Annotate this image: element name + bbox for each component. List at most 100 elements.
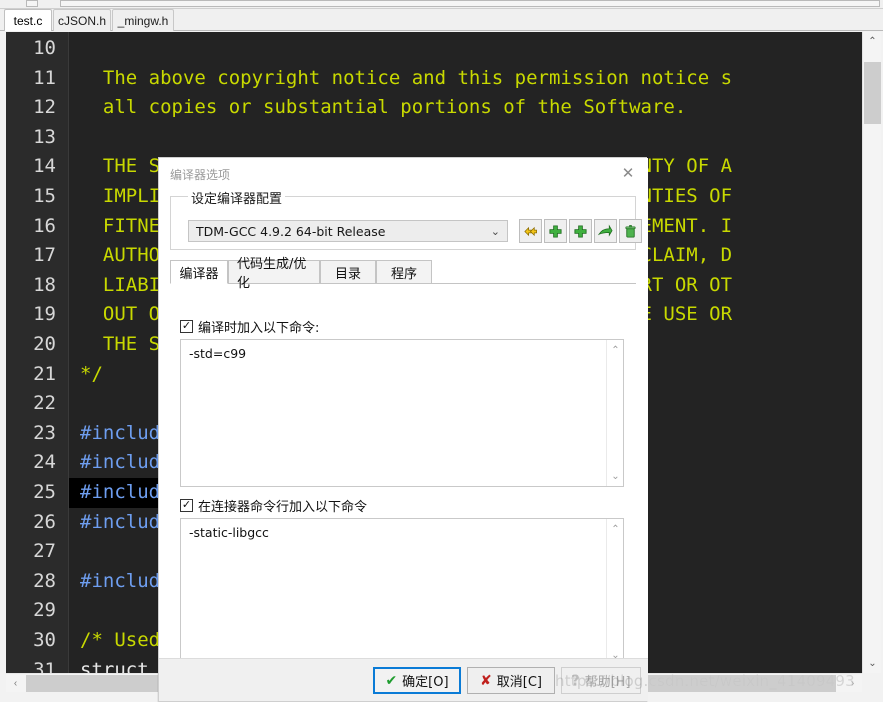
plus-icon [549,224,562,238]
editor-tab-test-c[interactable]: test.c [4,9,52,31]
scroll-up-icon[interactable]: ⌃ [607,521,624,537]
line-number: 21 [33,362,56,385]
line-number: 15 [33,185,56,207]
editor-vertical-scrollbar[interactable]: ⌃ ⌄ [862,32,881,673]
compiler-set-value: TDM-GCC 4.9.2 64-bit Release [196,223,386,239]
dialog-tabs: 编译器 代码生成/优化 目录 程序 [170,257,636,291]
rename-config-button[interactable] [519,219,542,243]
scroll-up-icon[interactable]: ⌃ [607,342,624,358]
code-text: */ [80,362,103,385]
linker-commands-textarea[interactable]: -static-libgcc ⌃ ⌄ [180,518,624,666]
help-button[interactable]: ? 帮助[H] [561,667,641,694]
code-line: 11 The above copyright notice and this p… [6,64,862,94]
scroll-up-icon[interactable]: ⌃ [863,32,882,51]
line-number: 30 [33,629,56,651]
line-number: 25 [33,481,56,503]
tab-label: 编译器 [179,266,219,282]
linker-commands-checkbox[interactable]: ✓ [180,499,193,512]
line-number: 29 [33,599,56,622]
compile-commands-scrollbar[interactable]: ⌃ ⌄ [606,340,623,486]
editor-tab-mingw-h[interactable]: _mingw.h [112,9,174,31]
line-number: 14 [33,155,56,178]
line-number: 18 [33,273,56,296]
chevron-down-icon: ⌄ [490,226,500,238]
add-config-button[interactable] [544,219,567,243]
line-number: 20 [33,333,56,355]
line-number: 27 [33,540,56,563]
export-config-button[interactable] [594,219,617,243]
line-number: 26 [33,510,56,533]
close-icon[interactable]: ✕ [616,162,640,184]
line-number: 31 [33,658,56,673]
line-number: 16 [33,214,56,237]
tab-label: 目录 [334,266,361,282]
help-button-label: 帮助[H] [584,675,631,690]
cross-icon: ✘ [480,672,492,689]
ok-button-label: 确定[O] [402,675,449,690]
code-text: all copies or substantial portions of th… [80,96,687,119]
dialog-footer: ✔ 确定[O] ✘ 取消[C] ? 帮助[H] [159,658,648,701]
cancel-button-label: 取消[C] [496,675,542,690]
groupbox-legend: 设定编译器配置 [188,188,286,207]
scroll-right-icon[interactable]: › [843,674,862,693]
linker-commands-value: -static-libgcc [189,525,269,540]
editor-tab-label: _mingw.h [117,13,169,28]
editor-tabstrip: test.c cJSON.h _mingw.h [0,9,883,31]
scroll-left-icon[interactable]: ‹ [6,674,25,693]
editor-tab-label: cJSON.h [58,13,107,28]
code-line: 12 all copies or substantial portions of… [6,93,862,123]
compile-commands-textarea[interactable]: -std=c99 ⌃ ⌄ [180,339,624,487]
duplicate-config-button[interactable] [569,219,592,243]
line-number: 13 [33,125,56,148]
vertical-scroll-thumb[interactable] [864,62,881,124]
toolbar-chip-1 [26,0,38,7]
code-line: 13 [6,123,862,153]
toolbar-chip-2 [60,0,880,7]
compiler-set-combobox[interactable]: TDM-GCC 4.9.2 64-bit Release ⌄ [188,220,508,242]
dialog-title: 编译器选项 [170,168,231,182]
dialog-body: 设定编译器配置 TDM-GCC 4.9.2 64-bit Release ⌄ 编… [159,188,648,666]
toolbar-remnant [0,0,883,9]
code-line: 10 [6,34,862,64]
tab-label: 程序 [390,266,417,282]
line-number: 23 [33,421,56,444]
linker-commands-scrollbar[interactable]: ⌃ ⌄ [606,519,623,665]
ok-button[interactable]: ✔ 确定[O] [373,667,461,694]
line-number: 22 [33,392,56,415]
line-number: 17 [33,244,56,267]
plus-icon [574,224,587,238]
rename-config-icon [524,226,537,236]
line-number: 24 [33,451,56,474]
tab-label: 代码生成/优化 [237,257,307,291]
tab-directories[interactable]: 目录 [320,260,376,284]
trash-icon [625,224,636,238]
compile-commands-checkbox[interactable]: ✓ [180,320,193,333]
cancel-button[interactable]: ✘ 取消[C] [467,667,555,694]
compiler-options-dialog: 编译器选项 ✕ 设定编译器配置 TDM-GCC 4.9.2 64-bit Rel… [158,157,648,702]
code-text: struct [80,658,149,673]
compile-commands-checkbox-row[interactable]: ✓ 编译时加入以下命令: [180,317,319,336]
linker-commands-checkbox-row[interactable]: ✓ 在连接器命令行加入以下命令 [180,496,367,515]
line-number: 28 [33,569,56,592]
compile-commands-value: -std=c99 [189,346,247,361]
tab-programs[interactable]: 程序 [376,260,432,284]
compile-commands-label: 编译时加入以下命令: [198,321,320,336]
check-icon: ✔ [385,672,398,689]
scroll-down-icon[interactable]: ⌄ [607,468,624,484]
line-number: 11 [33,66,56,89]
editor-tab-label: test.c [13,13,43,28]
tab-codegen-optimization[interactable]: 代码生成/优化 [228,257,320,291]
line-number: 19 [33,303,56,326]
tab-compiler[interactable]: 编译器 [170,260,228,284]
compiler-set-groupbox: 设定编译器配置 TDM-GCC 4.9.2 64-bit Release ⌄ [170,188,642,250]
editor-tab-cjson-h[interactable]: cJSON.h [53,9,111,31]
arrow-export-icon [598,224,613,237]
delete-config-button[interactable] [619,219,642,243]
line-number: 10 [33,37,56,59]
dialog-titlebar: 编译器选项 ✕ [159,158,648,190]
code-text: The above copyright notice and this perm… [80,66,733,89]
linker-commands-label: 在连接器命令行加入以下命令 [198,500,368,515]
scroll-down-icon[interactable]: ⌄ [863,654,882,673]
line-number: 12 [33,96,56,119]
question-icon: ? [571,672,580,689]
